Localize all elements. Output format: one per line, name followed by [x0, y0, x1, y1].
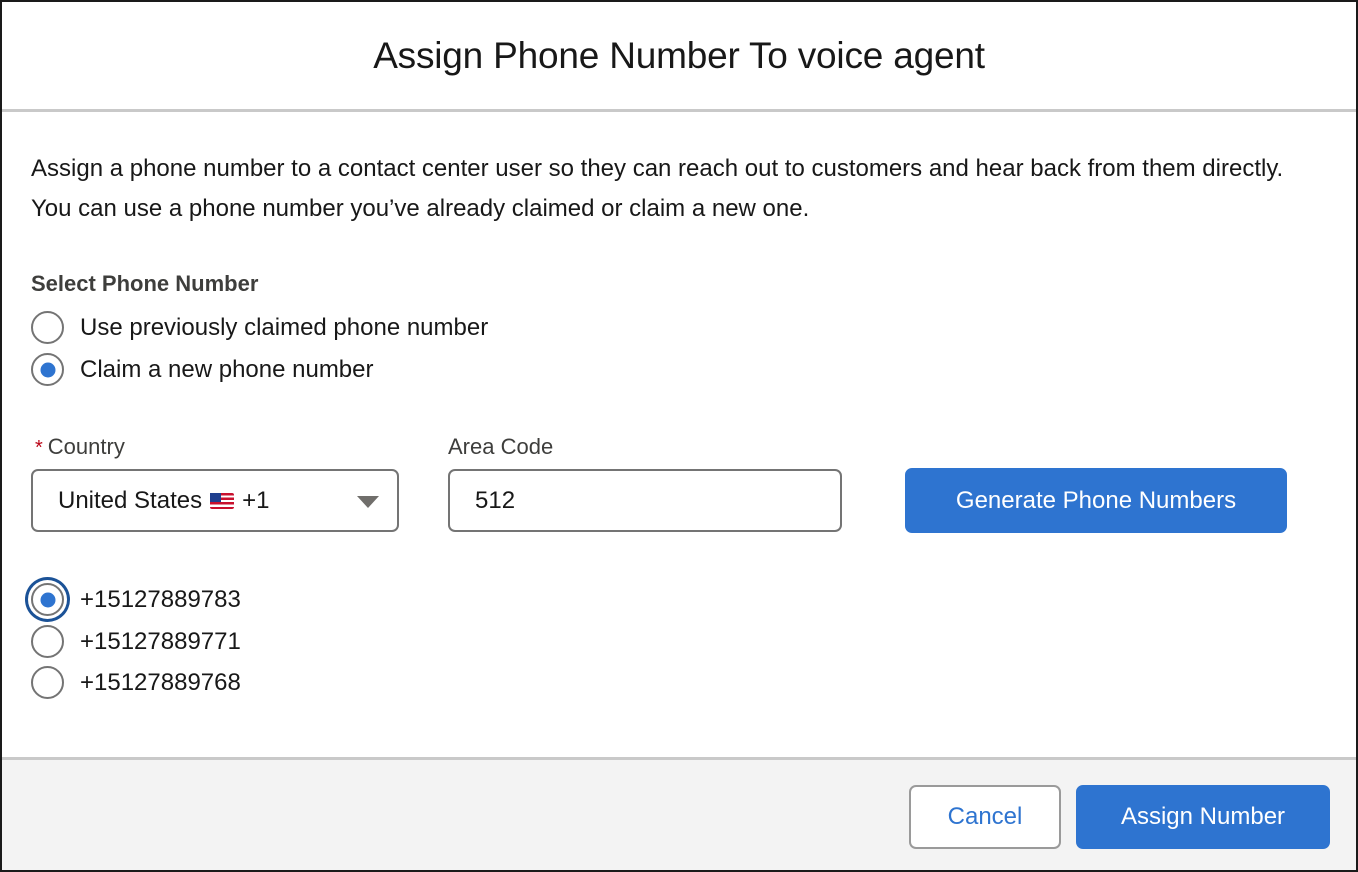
phone-number-option[interactable]: +15127889783	[31, 583, 241, 616]
us-flag-icon	[210, 492, 235, 509]
country-code: +1	[242, 486, 270, 514]
country-label-text: Country	[47, 434, 125, 459]
required-indicator: *	[35, 437, 43, 459]
generate-phone-numbers-button[interactable]: Generate Phone Numbers	[905, 468, 1287, 533]
assign-number-button[interactable]: Assign Number	[1076, 785, 1330, 849]
radio-claim-new-number[interactable]: Claim a new phone number	[31, 353, 374, 386]
phone-number-option[interactable]: +15127889771	[31, 625, 241, 658]
cancel-label: Cancel	[947, 803, 1023, 830]
phone-number-label: +15127889771	[80, 627, 241, 655]
area-code-input[interactable]	[448, 469, 842, 532]
select-phone-number-legend: Select Phone Number	[31, 271, 259, 296]
modal-body: Assign a phone number to a contact cente…	[2, 115, 1356, 757]
modal-header: Assign Phone Number To voice agent	[2, 2, 1356, 112]
modal-footer: Cancel Assign Number	[2, 757, 1356, 870]
assign-phone-number-modal: Assign Phone Number To voice agent Assig…	[0, 0, 1358, 872]
area-code-label: Area Code	[448, 434, 554, 459]
country-label: * Country	[35, 434, 125, 460]
radio-button[interactable]	[31, 353, 64, 386]
country-select[interactable]: United States +1	[31, 469, 399, 532]
cancel-button[interactable]: Cancel	[909, 785, 1061, 849]
phone-number-option[interactable]: +15127889768	[31, 666, 241, 699]
phone-number-label: +15127889783	[80, 585, 241, 613]
country-value: United States	[58, 486, 203, 514]
chevron-down-icon	[357, 496, 379, 508]
modal-title: Assign Phone Number To voice agent	[373, 34, 985, 76]
radio-label: Claim a new phone number	[80, 355, 374, 383]
radio-label: Use previously claimed phone number	[80, 313, 489, 341]
radio-use-claimed-number[interactable]: Use previously claimed phone number	[31, 311, 488, 344]
intro-text: Assign a phone number to a contact cente…	[31, 155, 1284, 222]
radio-button[interactable]	[31, 311, 64, 344]
radio-button[interactable]	[31, 666, 64, 699]
radio-button[interactable]	[31, 583, 64, 616]
radio-button[interactable]	[31, 625, 64, 658]
phone-number-label: +15127889768	[80, 668, 241, 696]
